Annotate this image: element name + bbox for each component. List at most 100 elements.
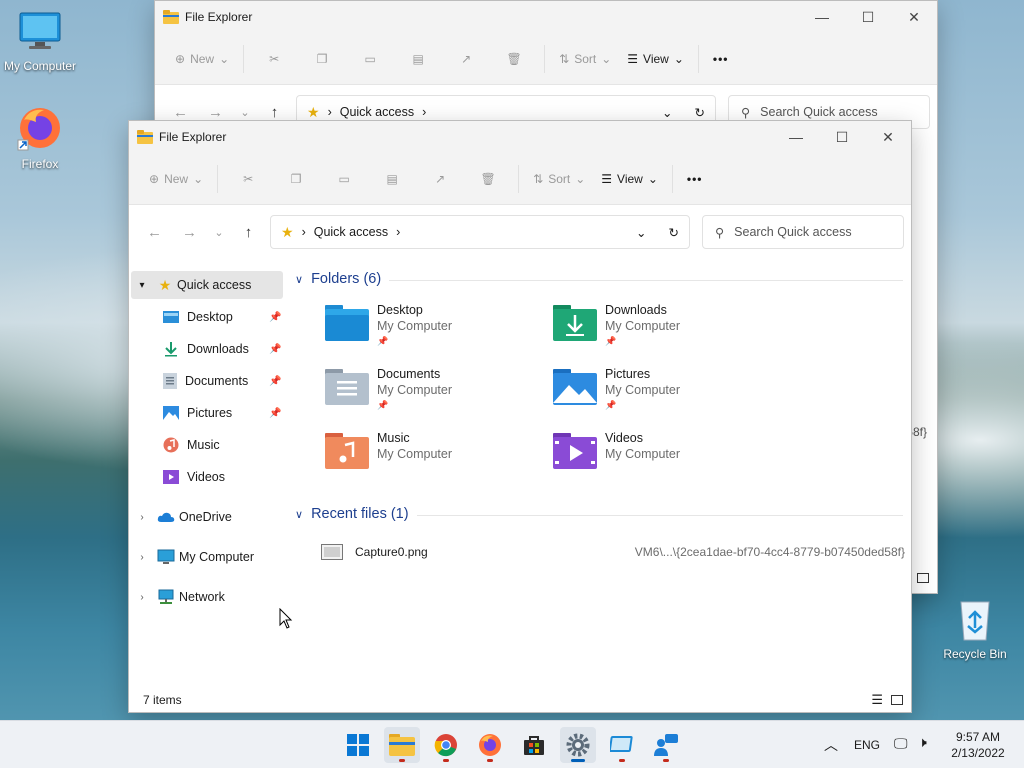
plus-circle-icon: ⊕ bbox=[175, 51, 186, 66]
running-indicator bbox=[443, 759, 449, 762]
large-icons-view-icon[interactable] bbox=[917, 573, 929, 583]
sort-button[interactable]: ⇅ Sort ⌄ bbox=[525, 163, 593, 195]
chevron-down-icon[interactable]: ▾ bbox=[131, 280, 153, 291]
taskbar-chrome[interactable] bbox=[428, 727, 464, 763]
desktop-icon-recycle-bin[interactable]: Recycle Bin bbox=[935, 596, 1015, 661]
volume-icon[interactable]: 🕨 bbox=[918, 734, 927, 751]
new-button[interactable]: ⊕ New ⌄ bbox=[167, 43, 237, 75]
file-explorer-window[interactable]: File Explorer — ☐ ✕ ⊕ New ⌄ ✂ ❐ ▭ ▤ ↗ 🗑 ⇅ S… bbox=[128, 120, 912, 713]
sidebar-item-desktop[interactable]: Desktop 📌 bbox=[163, 303, 281, 331]
recent-files-section-header[interactable]: ∨ Recent files (1) bbox=[295, 506, 409, 522]
start-button[interactable] bbox=[340, 727, 376, 763]
refresh-icon[interactable]: ↻ bbox=[669, 225, 679, 240]
recent-locations-button[interactable]: ⌄ bbox=[233, 106, 257, 119]
taskbar-store[interactable] bbox=[516, 727, 552, 763]
sidebar-item-music[interactable]: Music bbox=[163, 431, 220, 459]
close-button[interactable]: ✕ bbox=[865, 121, 911, 153]
cut-button[interactable]: ✂ bbox=[232, 163, 264, 195]
taskbar-file-explorer[interactable] bbox=[384, 727, 420, 763]
sidebar-item-label: Quick access bbox=[177, 278, 252, 292]
folders-section-header[interactable]: ∨ Folders (6) bbox=[295, 271, 381, 287]
sidebar-item-onedrive[interactable]: › OneDrive bbox=[131, 503, 232, 531]
title-bar[interactable]: File Explorer — ☐ ✕ bbox=[129, 121, 911, 153]
close-button[interactable]: ✕ bbox=[891, 1, 937, 33]
folder-tile-documents[interactable]: Documents My Computer 📌 bbox=[325, 367, 545, 427]
rename-button[interactable]: ▤ bbox=[376, 163, 408, 195]
sidebar-item-quick-access[interactable]: ▾ ★ Quick access bbox=[131, 271, 283, 299]
folder-tile-downloads[interactable]: Downloads My Computer 📌 bbox=[553, 303, 773, 363]
delete-button[interactable]: 🗑 bbox=[472, 163, 504, 195]
sidebar-item-pictures[interactable]: Pictures 📌 bbox=[163, 399, 281, 427]
delete-button[interactable]: 🗑 bbox=[498, 43, 530, 75]
documents-icon bbox=[163, 373, 177, 389]
sidebar-item-downloads[interactable]: Downloads 📌 bbox=[163, 335, 281, 363]
recent-file-path: VM6\...\{2cea1dae-bf70-4cc4-8779-b07450d… bbox=[634, 545, 905, 559]
sidebar-item-network[interactable]: › Network bbox=[131, 583, 225, 611]
share-button[interactable]: ↗ bbox=[424, 163, 456, 195]
refresh-icon[interactable]: ↻ bbox=[695, 105, 705, 120]
clock[interactable]: 9:57 AM 2/13/2022 bbox=[946, 729, 1010, 761]
maximize-button[interactable]: ☐ bbox=[819, 121, 865, 153]
cut-button[interactable]: ✂ bbox=[258, 43, 290, 75]
address-bar[interactable]: ★ › Quick access › ⌄ ↻ bbox=[270, 215, 690, 249]
folder-tile-videos[interactable]: Videos My Computer bbox=[553, 431, 773, 491]
folder-tile-desktop[interactable]: Desktop My Computer 📌 bbox=[325, 303, 545, 363]
recent-file-row[interactable]: Capture0.png VM6\...\{2cea1dae-bf70-4cc4… bbox=[321, 541, 905, 563]
view-button[interactable]: ☰ View ⌄ bbox=[593, 163, 666, 195]
details-view-icon[interactable]: ☰ bbox=[871, 692, 883, 708]
chevron-right-icon[interactable]: › bbox=[131, 592, 153, 603]
share-button[interactable]: ↗ bbox=[450, 43, 482, 75]
address-dropdown-icon[interactable]: ⌄ bbox=[636, 225, 646, 240]
breadcrumb-quick-access[interactable]: Quick access bbox=[340, 105, 414, 119]
more-button[interactable]: ••• bbox=[679, 163, 711, 195]
paste-button[interactable]: ▭ bbox=[354, 43, 386, 75]
network-status-icon[interactable]: 🖵 bbox=[894, 735, 908, 752]
up-button[interactable]: ↑ bbox=[257, 104, 292, 121]
show-hidden-icons-chevron-icon[interactable]: ︿ bbox=[824, 735, 838, 755]
address-dropdown-icon[interactable]: ⌄ bbox=[662, 105, 672, 120]
copy-button[interactable]: ❐ bbox=[280, 163, 312, 195]
sort-button[interactable]: ⇅ Sort ⌄ bbox=[551, 43, 619, 75]
maximize-button[interactable]: ☐ bbox=[845, 1, 891, 33]
large-icons-view-icon[interactable] bbox=[891, 695, 903, 705]
back-button[interactable]: ← bbox=[163, 104, 198, 121]
forward-button[interactable]: → bbox=[198, 104, 233, 121]
rename-button[interactable]: ▤ bbox=[402, 43, 434, 75]
paste-button[interactable]: ▭ bbox=[328, 163, 360, 195]
sidebar-item-documents[interactable]: Documents 📌 bbox=[163, 367, 281, 395]
copy-button[interactable]: ❐ bbox=[306, 43, 338, 75]
trash-icon: 🗑 bbox=[480, 171, 496, 186]
chevron-right-icon[interactable]: › bbox=[131, 552, 153, 563]
recent-locations-button[interactable]: ⌄ bbox=[207, 226, 231, 239]
minimize-button[interactable]: — bbox=[773, 121, 819, 153]
language-indicator[interactable]: ENG bbox=[854, 738, 880, 752]
view-button[interactable]: ☰ View ⌄ bbox=[619, 43, 692, 75]
sidebar-item-my-computer[interactable]: › My Computer bbox=[131, 543, 254, 571]
desktop-icon-my-computer[interactable]: My Computer bbox=[0, 10, 80, 73]
taskbar-people[interactable] bbox=[648, 727, 684, 763]
view-label: View bbox=[643, 51, 669, 66]
folder-tile-music[interactable]: Music My Computer bbox=[325, 431, 545, 491]
chevron-right-icon[interactable]: › bbox=[131, 512, 153, 523]
command-bar: ⊕ New ⌄ ✂ ❐ ▭ ▤ ↗ 🗑 ⇅ Sort ⌄ ☰ View ⌄ ••• bbox=[155, 33, 937, 85]
up-button[interactable]: ↑ bbox=[231, 224, 266, 241]
folder-tile-pictures[interactable]: Pictures My Computer 📌 bbox=[553, 367, 773, 427]
sidebar-item-videos[interactable]: Videos bbox=[163, 463, 225, 491]
sidebar-item-label: OneDrive bbox=[179, 510, 232, 524]
taskbar-remote-desktop[interactable] bbox=[604, 727, 640, 763]
new-button[interactable]: ⊕ New ⌄ bbox=[141, 163, 211, 195]
separator bbox=[243, 44, 245, 73]
more-button[interactable]: ••• bbox=[705, 43, 737, 75]
folder-location: My Computer bbox=[377, 383, 453, 397]
title-bar[interactable]: File Explorer — ☐ ✕ bbox=[155, 1, 937, 33]
desktop-icon-firefox[interactable]: Firefox bbox=[0, 104, 80, 171]
forward-button[interactable]: → bbox=[172, 224, 207, 241]
sidebar-item-label: Documents bbox=[185, 374, 249, 388]
remote-desktop-icon bbox=[610, 736, 633, 752]
breadcrumb-quick-access[interactable]: Quick access bbox=[314, 225, 388, 239]
back-button[interactable]: ← bbox=[137, 224, 172, 241]
search-box[interactable]: ⚲ Search Quick access bbox=[702, 215, 904, 249]
taskbar-settings[interactable] bbox=[560, 727, 596, 763]
taskbar-firefox[interactable] bbox=[472, 727, 508, 763]
minimize-button[interactable]: — bbox=[799, 1, 845, 33]
